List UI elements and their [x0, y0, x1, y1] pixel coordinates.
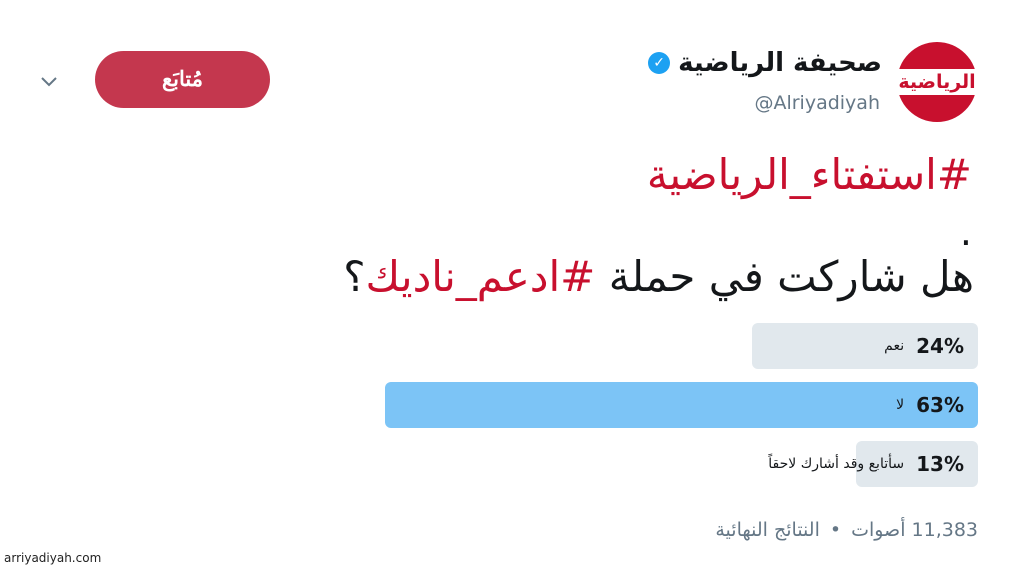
poll-option: 63% لا [385, 382, 978, 428]
poll-percent: 63% [916, 393, 964, 417]
account-name-row: صحيفة الرياضية ✓ [648, 48, 882, 78]
following-button[interactable]: مُتابَع [95, 51, 270, 108]
account-avatar[interactable]: الرياضية [894, 42, 980, 122]
verified-badge-icon: ✓ [648, 52, 671, 74]
poll-vote-count: 11,383 أصوات [851, 519, 978, 541]
poll-separator: • [829, 519, 842, 541]
poll-footer: 11,383 أصوات • النتائج النهائية [715, 519, 978, 541]
account-handle[interactable]: @Alriyadiyah [754, 92, 880, 114]
tweet-dot: . [959, 210, 972, 254]
poll-label: لا [896, 397, 905, 413]
poll-option: 13% سأتابع وقد أشارك لاحقاً [385, 441, 978, 487]
chevron-down-icon[interactable] [38, 70, 60, 92]
poll-status: النتائج النهائية [715, 519, 820, 541]
poll-percent: 13% [916, 452, 964, 476]
site-watermark: arriyadiyah.com [4, 551, 102, 565]
tweet-question: هل شاركت في حملة #ادعم_ناديك؟ [343, 252, 974, 301]
poll-label: سأتابع وقد أشارك لاحقاً [768, 456, 905, 472]
account-name[interactable]: صحيفة الرياضية [678, 48, 882, 78]
poll-option: 24% نعم [385, 323, 978, 369]
poll-label: نعم [884, 338, 905, 354]
poll-percent: 24% [916, 334, 964, 358]
poll-bar [385, 382, 978, 428]
hashtag-support-club[interactable]: #ادعم_ناديك [366, 252, 596, 301]
hashtag-poll-title[interactable]: #استفتاء_الرياضية [647, 150, 972, 199]
avatar-logo-text: الرياضية [894, 69, 980, 95]
question-suffix: ؟ [343, 252, 366, 301]
question-prefix: هل شاركت في حملة [595, 252, 974, 301]
